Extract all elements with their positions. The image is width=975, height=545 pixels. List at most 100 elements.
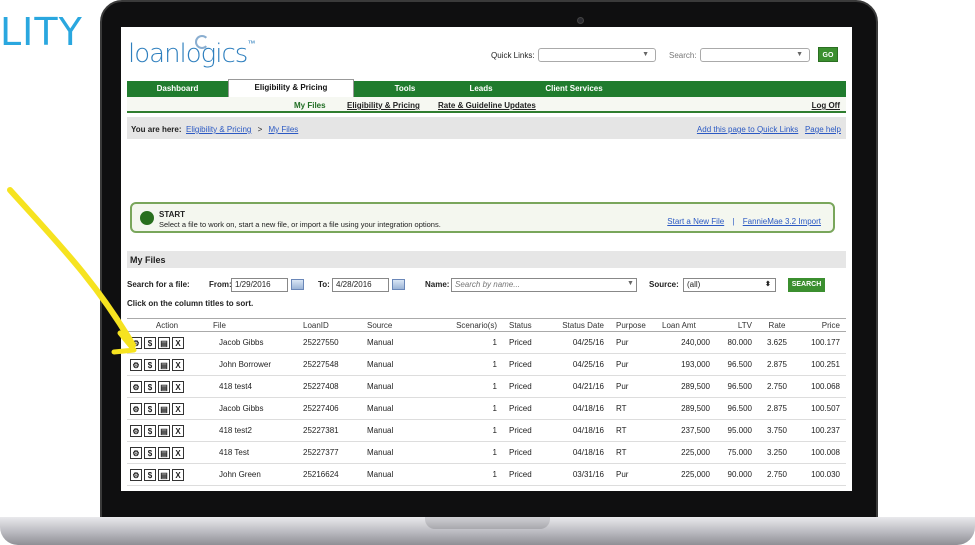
col-purpose[interactable]: Purpose	[610, 318, 656, 332]
gear-icon[interactable]: ⚙	[130, 424, 142, 437]
from-date-field[interactable]: 1/29/2016	[231, 278, 288, 292]
cell-file[interactable]: John Green	[207, 463, 297, 486]
cell-ltv: 95.000	[716, 419, 758, 442]
gear-icon[interactable]: ⚙	[130, 446, 142, 459]
cell-file[interactable]: John Borrower	[207, 353, 297, 376]
trademark-mark: ™	[247, 39, 255, 48]
subnav-eligibility-pricing[interactable]: Eligibility & Pricing	[347, 101, 420, 110]
cell-source: Manual	[361, 419, 437, 442]
breadcrumb-my-files[interactable]: My Files	[269, 125, 299, 134]
col-file[interactable]: File	[207, 318, 297, 332]
delete-icon[interactable]: X	[172, 380, 184, 393]
table-row[interactable]: ⚙ $ ▤ X 418 Test 25227377 Manual 1 Priced 04/18/1…	[127, 441, 846, 464]
tab-client-services[interactable]: Client Services	[524, 81, 624, 97]
gear-icon[interactable]: ⚙	[130, 336, 142, 349]
cell-file[interactable]: 418 Test	[207, 441, 297, 464]
document-icon[interactable]: ▤	[158, 336, 170, 349]
dollar-icon[interactable]: $	[144, 402, 156, 415]
delete-icon[interactable]: X	[172, 468, 184, 481]
quick-links-label: Quick Links:	[491, 51, 535, 60]
table-row[interactable]: ⚙ $ ▤ X 418 test4 25227408 Manual 1 Priced 04/21/…	[127, 375, 846, 398]
delete-icon[interactable]: X	[172, 358, 184, 371]
cell-scenarios: 1	[437, 397, 503, 420]
tab-eligibility-pricing[interactable]: Eligibility & Pricing	[228, 79, 354, 97]
dollar-icon[interactable]: $	[144, 336, 156, 349]
col-loan-amt[interactable]: Loan Amt	[656, 318, 716, 332]
dollar-icon[interactable]: $	[144, 424, 156, 437]
page-help-link[interactable]: Page help	[805, 125, 841, 134]
header-search-input[interactable]: ▼	[700, 48, 810, 62]
col-status[interactable]: Status	[503, 318, 555, 332]
start-new-file-link[interactable]: Start a New File	[667, 217, 724, 226]
delete-icon[interactable]: X	[172, 402, 184, 415]
document-icon[interactable]: ▤	[158, 380, 170, 393]
cell-file[interactable]: 418 test2	[207, 419, 297, 442]
breadcrumb-eligibility-pricing[interactable]: Eligibility & Pricing	[186, 125, 251, 134]
gear-icon[interactable]: ⚙	[130, 380, 142, 393]
breadcrumb-actions: Add this page to Quick Links Page help	[697, 125, 841, 134]
gear-icon[interactable]: ⚙	[130, 468, 142, 481]
table-row[interactable]: ⚙ $ ▤ X John Borrower 25227548 Manual 1 Priced 04…	[127, 353, 846, 376]
table-row[interactable]: ⚙ $ ▤ X 418 test2 25227381 Manual 1 Priced 04/18/…	[127, 419, 846, 442]
cell-source: Manual	[361, 375, 437, 398]
col-ltv[interactable]: LTV	[716, 318, 758, 332]
files-table: Action File LoanID Source Scenario(s) St…	[127, 318, 846, 486]
delete-icon[interactable]: X	[172, 446, 184, 459]
cell-status-date: 04/18/16	[555, 419, 610, 442]
gear-icon[interactable]: ⚙	[130, 402, 142, 415]
cell-rate: 3.625	[758, 331, 796, 354]
cell-file[interactable]: 418 test4	[207, 375, 297, 398]
col-scenarios[interactable]: Scenario(s)	[437, 318, 503, 332]
cell-status-date: 04/21/16	[555, 375, 610, 398]
to-date-field[interactable]: 4/28/2016	[332, 278, 389, 292]
table-row[interactable]: ⚙ $ ▤ X John Green 25216624 Manual 1 Priced 03/31…	[127, 463, 846, 486]
cell-price: 100.008	[796, 441, 846, 464]
document-icon[interactable]: ▤	[158, 424, 170, 437]
col-loanid[interactable]: LoanID	[297, 318, 361, 332]
cell-scenarios: 1	[437, 375, 503, 398]
tab-leads[interactable]: Leads	[443, 81, 519, 97]
col-status-date[interactable]: Status Date	[555, 318, 610, 332]
dollar-icon[interactable]: $	[144, 446, 156, 459]
delete-icon[interactable]: X	[172, 336, 184, 349]
add-to-quick-links-link[interactable]: Add this page to Quick Links	[697, 125, 798, 134]
col-price[interactable]: Price	[796, 318, 846, 332]
document-icon[interactable]: ▤	[158, 402, 170, 415]
log-off-link[interactable]: Log Off	[812, 101, 840, 110]
tab-dashboard[interactable]: Dashboard	[127, 81, 228, 97]
cell-source: Manual	[361, 353, 437, 376]
col-source[interactable]: Source	[361, 318, 437, 332]
source-select[interactable]: (all)	[683, 278, 776, 292]
document-icon[interactable]: ▤	[158, 358, 170, 371]
calendar-icon[interactable]	[291, 279, 304, 290]
go-button[interactable]: GO	[818, 47, 838, 62]
search-button[interactable]: SEARCH	[788, 278, 825, 292]
delete-icon[interactable]: X	[172, 424, 184, 437]
dollar-icon[interactable]: $	[144, 358, 156, 371]
gear-icon[interactable]: ⚙	[130, 358, 142, 371]
col-action[interactable]: Action	[127, 318, 207, 332]
table-row[interactable]: ⚙ $ ▤ X Jacob Gibbs 25227406 Manual 1 Priced 04/1…	[127, 397, 846, 420]
subnav-rate-guideline-updates[interactable]: Rate & Guideline Updates	[438, 101, 536, 110]
quick-links-select[interactable]: ▼	[538, 48, 656, 62]
cell-loanid: 25216624	[297, 463, 361, 486]
cell-loan-amt: 237,500	[656, 419, 716, 442]
subnav-my-files[interactable]: My Files	[294, 101, 326, 110]
table-row[interactable]: ⚙ $ ▤ X Jacob Gibbs 25227550 Manual 1 Priced 04/2…	[127, 331, 846, 354]
dollar-icon[interactable]: $	[144, 468, 156, 481]
cell-ltv: 96.500	[716, 353, 758, 376]
logo[interactable]: loanlogics™	[128, 39, 255, 69]
document-icon[interactable]: ▤	[158, 468, 170, 481]
cell-file[interactable]: Jacob Gibbs	[207, 397, 297, 420]
fanniemae-import-link[interactable]: FannieMae 3.2 Import	[743, 217, 821, 226]
source-label: Source:	[649, 280, 679, 289]
col-rate[interactable]: Rate	[758, 318, 796, 332]
name-label: Name:	[425, 280, 450, 289]
calendar-icon[interactable]	[392, 279, 405, 290]
document-icon[interactable]: ▤	[158, 446, 170, 459]
cell-source: Manual	[361, 397, 437, 420]
name-search-input[interactable]: Search by name...	[451, 278, 637, 292]
cell-file[interactable]: Jacob Gibbs	[207, 331, 297, 354]
tab-tools[interactable]: Tools	[367, 81, 443, 97]
dollar-icon[interactable]: $	[144, 380, 156, 393]
